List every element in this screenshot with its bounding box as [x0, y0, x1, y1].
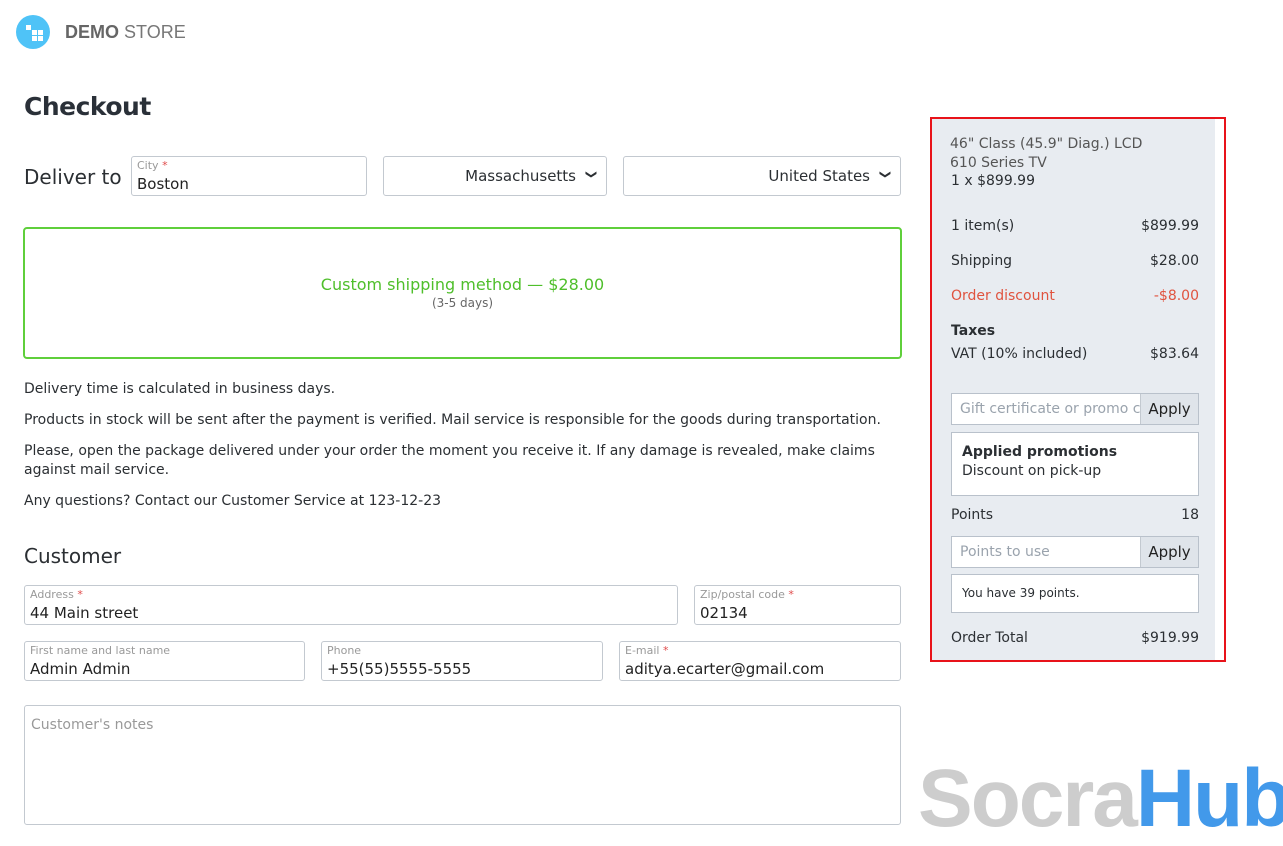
info-text: Delivery time is calculated in business … [24, 381, 336, 397]
order-total-row: Order Total $919.99 [951, 630, 1199, 646]
brand-bold: DEMO [65, 22, 119, 42]
name-value: Admin Admin [30, 660, 131, 678]
taxes-heading: Taxes [951, 323, 1199, 339]
applied-promotions-box: Applied promotions Discount on pick-up [951, 432, 1199, 496]
points-input[interactable]: Points to use [952, 537, 1140, 567]
total-label: Order Total [951, 630, 1028, 646]
city-input[interactable]: City * Boston [131, 156, 367, 196]
brand-light: STORE [124, 22, 186, 42]
zip-label: Zip/postal code [700, 588, 785, 601]
country-value: United States [768, 167, 870, 185]
shipping-method-option[interactable]: Custom shipping method — $28.00 (3-5 day… [23, 227, 902, 359]
vat-label: VAT (10% included) [951, 346, 1088, 362]
country-select[interactable]: United States ❯ [623, 156, 901, 196]
points-label: Points [951, 507, 994, 523]
city-label: City * [137, 159, 168, 172]
promotions-title: Applied promotions [962, 444, 1118, 460]
watermark-a: Socra [918, 753, 1138, 844]
phone-value: +55(55)5555-5555 [327, 660, 472, 678]
store-logo-icon[interactable] [16, 15, 50, 49]
info-text: Products in stock will be sent after the… [24, 412, 881, 428]
promo-code-input[interactable]: Gift certificate or promo code [952, 394, 1140, 424]
name-label: First name and last name [30, 644, 171, 657]
address-input[interactable]: Address * 44 Main street [24, 585, 678, 625]
email-input[interactable]: E-mail * aditya.ecarter@gmail.com [619, 641, 901, 681]
state-select[interactable]: Massachusetts ❯ [383, 156, 607, 196]
deliver-to-label: Deliver to [24, 165, 122, 189]
product-qty-price: 1 x $899.99 [951, 173, 1035, 189]
zip-value: 02134 [700, 604, 748, 622]
shipping-row: Shipping $28.00 [951, 253, 1199, 269]
product-name[interactable]: 46" Class (45.9" Diag.) LCD 610 Series T… [950, 135, 1150, 173]
shipping-label: Shipping [951, 253, 1013, 269]
discount-label: Order discount [951, 288, 1055, 304]
points-group: Points to use Apply [951, 536, 1199, 568]
items-label: 1 item(s) [951, 218, 1015, 234]
vat-value: $83.64 [1150, 346, 1199, 362]
notes-placeholder: Customer's notes [31, 717, 154, 733]
chevron-down-icon: ❯ [878, 169, 892, 180]
customer-heading: Customer [24, 544, 122, 568]
email-label: E-mail [625, 644, 660, 657]
email-value: aditya.ecarter@gmail.com [625, 660, 825, 678]
city-label-text: City [137, 159, 159, 172]
items-value: $899.99 [1141, 218, 1199, 234]
vat-row: VAT (10% included) $83.64 [951, 346, 1199, 362]
city-value: Boston [137, 175, 189, 193]
info-text: Please, open the package delivered under… [24, 443, 875, 478]
state-value: Massachusetts [465, 167, 576, 185]
points-value: 18 [1181, 507, 1199, 523]
promotion-item: Discount on pick-up [962, 463, 1102, 479]
discount-row: Order discount -$8.00 [951, 288, 1199, 304]
chevron-down-icon: ❯ [584, 169, 598, 180]
promo-code-group: Gift certificate or promo codeApply [951, 393, 1199, 425]
shipping-value: $28.00 [1150, 253, 1199, 269]
apply-points-button[interactable]: Apply [1140, 537, 1198, 567]
zip-input[interactable]: Zip/postal code * 02134 [694, 585, 901, 625]
total-value: $919.99 [1141, 630, 1199, 646]
phone-input[interactable]: Phone +55(55)5555-5555 [321, 641, 603, 681]
items-row: 1 item(s) $899.99 [951, 218, 1199, 234]
address-label: Address [30, 588, 74, 601]
address-value: 44 Main street [30, 604, 139, 622]
store-name[interactable]: DEMO STORE [65, 22, 186, 43]
apply-promo-button[interactable]: Apply [1140, 394, 1198, 424]
watermark: SocraHub [918, 752, 1283, 846]
name-input[interactable]: First name and last name Admin Admin [24, 641, 305, 681]
points-info: You have 39 points. [951, 574, 1199, 613]
shipping-method-label: Custom shipping method — $28.00 [320, 275, 605, 294]
info-text: Any questions? Contact our Customer Serv… [24, 493, 442, 509]
taxes-label: Taxes [951, 323, 996, 339]
points-row: Points 18 [951, 507, 1199, 523]
discount-value: -$8.00 [1153, 288, 1199, 304]
watermark-b: Hub [1135, 753, 1283, 844]
shipping-days: (3-5 days) [431, 296, 494, 310]
phone-label: Phone [327, 644, 362, 657]
customer-notes-textarea[interactable]: Customer's notes [24, 705, 901, 825]
page-title: Checkout [24, 92, 151, 121]
